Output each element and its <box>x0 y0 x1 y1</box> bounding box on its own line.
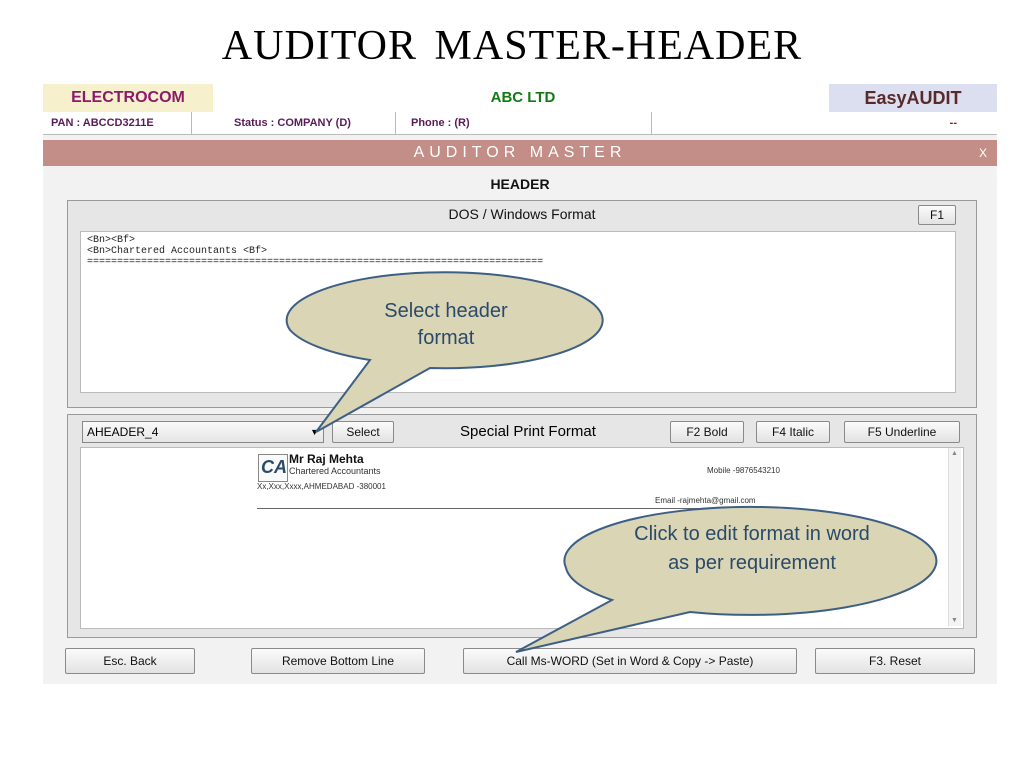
callout-select-header-bubble <box>285 271 604 433</box>
callout-edit-word-text: Click to edit format in word as per requ… <box>634 523 870 574</box>
callout-arrows <box>285 271 938 653</box>
callout-select-header-text: Select header format <box>384 300 508 349</box>
